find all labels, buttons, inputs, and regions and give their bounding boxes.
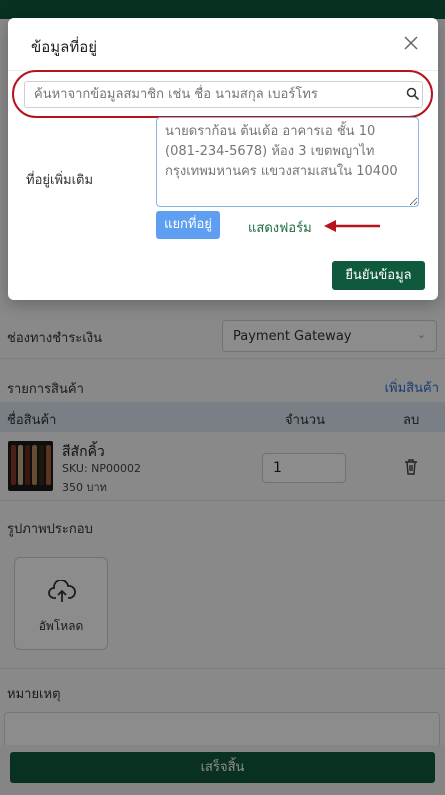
address-textarea[interactable] [156, 117, 419, 207]
confirm-button[interactable]: ยืนยันข้อมูล [332, 261, 425, 290]
split-address-button[interactable]: แยกที่อยู่ [156, 211, 220, 239]
member-search-input[interactable] [24, 81, 423, 108]
red-arrow-annotation [324, 220, 380, 232]
address-label: ที่อยู่เพิ่มเติม [26, 173, 94, 188]
modal-title: ข้อมูลที่อยู่ [31, 38, 98, 56]
search-icon[interactable] [406, 87, 420, 101]
show-form-link[interactable]: แสดงฟอร์ม [248, 217, 312, 238]
close-icon[interactable] [402, 34, 420, 52]
address-modal: ข้อมูลที่อยู่ ที่อยู่เพิ่มเติม แยกที่อยู… [8, 18, 438, 300]
search-highlight-annotation [12, 70, 433, 118]
